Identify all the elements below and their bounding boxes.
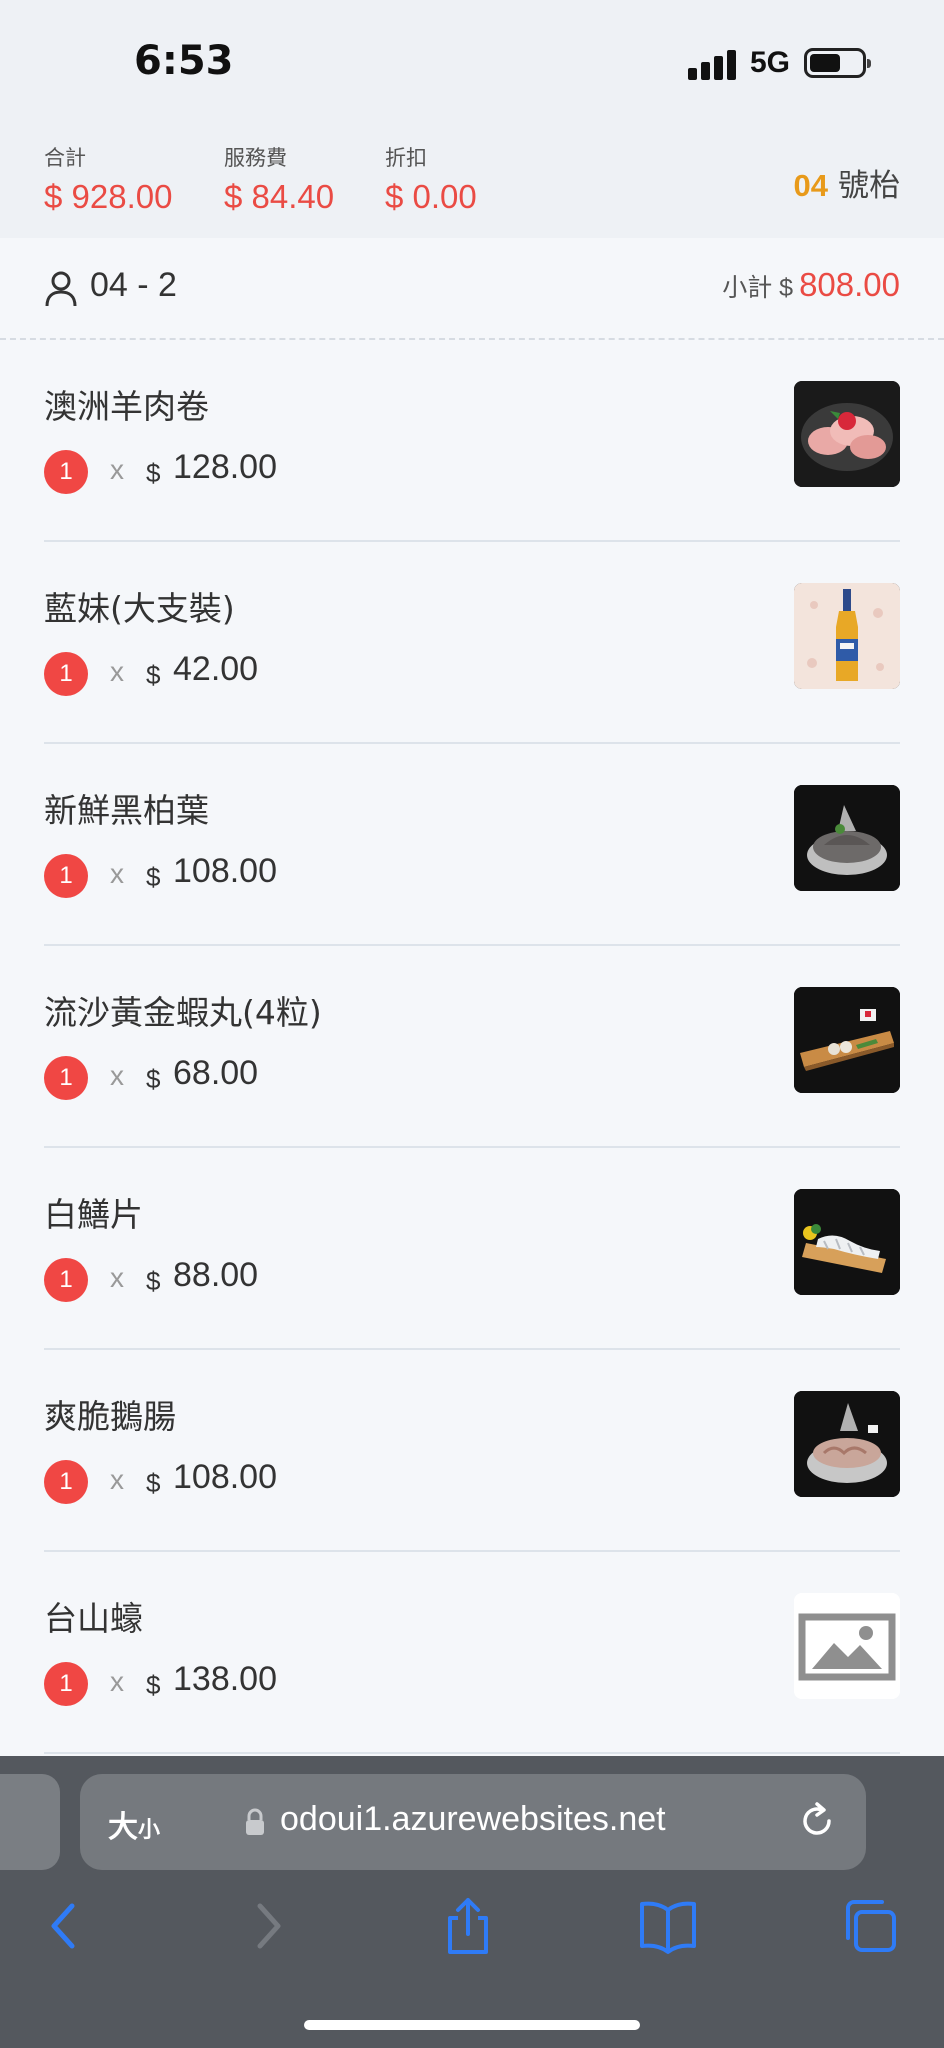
lock-icon bbox=[246, 1808, 264, 1835]
item-name: 藍妹(大支裝) bbox=[44, 589, 235, 628]
share-icon[interactable] bbox=[438, 1896, 498, 1956]
order-item-list: 澳洲羊肉卷 1 x $ 128.00 藍妹(大支裝) 1 x $ 42.00 新… bbox=[0, 340, 944, 1754]
total-block: 合計 $ 928.00 bbox=[44, 142, 172, 216]
placeholder-image-icon bbox=[794, 1593, 900, 1699]
subtotal-value: 808.00 bbox=[799, 266, 900, 303]
status-time: 6:53 bbox=[134, 38, 234, 84]
item-name: 流沙黃金蝦丸(4粒) bbox=[44, 993, 322, 1032]
service-fee-block: 服務費 $ 84.40 bbox=[224, 142, 334, 216]
url-text: odoui1.azurewebsites.net bbox=[280, 1800, 666, 1838]
goose-intestine-bowl-image bbox=[794, 1391, 900, 1497]
shrimp-balls-board-image bbox=[794, 987, 900, 1093]
quantity-badge: 1 bbox=[44, 1460, 88, 1504]
item-name: 白鱔片 bbox=[44, 1195, 143, 1234]
status-bar: 6:53 5G bbox=[0, 0, 944, 130]
item-price: 128.00 bbox=[173, 448, 277, 486]
beer-bottle-image bbox=[794, 583, 900, 689]
item-name: 新鮮黑柏葉 bbox=[44, 791, 209, 830]
currency-sign: $ bbox=[146, 1468, 161, 1498]
times-sign: x bbox=[110, 1666, 124, 1697]
text-size-button[interactable]: 大小 bbox=[108, 1802, 160, 1846]
item-price: 68.00 bbox=[173, 1054, 259, 1092]
network-type: 5G bbox=[749, 46, 790, 79]
total-value: $ 928.00 bbox=[44, 178, 173, 215]
battery-icon bbox=[804, 48, 871, 78]
discount-value: $ 0.00 bbox=[385, 178, 477, 215]
item-price: 138.00 bbox=[173, 1660, 277, 1698]
total-label: 合計 bbox=[44, 146, 86, 170]
discount-label: 折扣 bbox=[385, 146, 427, 170]
item-price: 108.00 bbox=[173, 1458, 277, 1496]
order-item[interactable]: 流沙黃金蝦丸(4粒) 1 x $ 68.00 bbox=[0, 946, 944, 1148]
currency-sign: $ bbox=[146, 1266, 161, 1296]
guest-header[interactable]: 04 - 2 小計 $808.00 bbox=[0, 238, 944, 340]
order-item[interactable]: 爽脆鵝腸 1 x $ 108.00 bbox=[0, 1350, 944, 1552]
table-indicator: 04 號枱 bbox=[794, 160, 900, 205]
service-fee-value: $ 84.40 bbox=[224, 178, 335, 215]
order-item[interactable]: 藍妹(大支裝) 1 x $ 42.00 bbox=[0, 542, 944, 744]
eel-slices-board-image bbox=[794, 1189, 900, 1295]
order-summary: 合計 $ 928.00 服務費 $ 84.40 折扣 $ 0.00 04 號枱 bbox=[0, 130, 944, 238]
quantity-badge: 1 bbox=[44, 1662, 88, 1706]
subtotal-label: 小計 $ bbox=[722, 274, 794, 302]
currency-sign: $ bbox=[146, 458, 161, 488]
quantity-badge: 1 bbox=[44, 1056, 88, 1100]
order-item[interactable]: 新鮮黑柏葉 1 x $ 108.00 bbox=[0, 744, 944, 946]
tabs-icon[interactable] bbox=[840, 1896, 900, 1956]
back-icon[interactable] bbox=[34, 1896, 94, 1956]
service-fee-label: 服務費 bbox=[224, 146, 287, 170]
item-name: 台山蠔 bbox=[44, 1599, 143, 1638]
table-suffix: 號枱 bbox=[838, 168, 900, 204]
discount-block: 折扣 $ 0.00 bbox=[385, 142, 477, 216]
guest-id: 04 - 2 bbox=[90, 266, 177, 304]
quantity-badge: 1 bbox=[44, 854, 88, 898]
browser-bottom-bar: 大小 odoui1.azurewebsites.net bbox=[0, 1756, 944, 2048]
item-price: 88.00 bbox=[173, 1256, 259, 1294]
times-sign: x bbox=[110, 1262, 124, 1293]
text-size-small: 小 bbox=[138, 1818, 161, 1843]
status-indicators: 5G bbox=[687, 46, 871, 80]
currency-sign: $ bbox=[146, 1064, 161, 1094]
times-sign: x bbox=[110, 858, 124, 889]
cellular-signal-icon bbox=[687, 46, 736, 80]
times-sign: x bbox=[110, 454, 124, 485]
item-name: 爽脆鵝腸 bbox=[44, 1397, 176, 1436]
order-item[interactable]: 澳洲羊肉卷 1 x $ 128.00 bbox=[0, 340, 944, 542]
reload-icon[interactable] bbox=[796, 1800, 838, 1842]
forward-icon[interactable] bbox=[238, 1896, 298, 1956]
previous-tab-preview[interactable] bbox=[0, 1774, 60, 1870]
times-sign: x bbox=[110, 656, 124, 687]
currency-sign: $ bbox=[146, 1670, 161, 1700]
tripe-bowl-image bbox=[794, 785, 900, 891]
times-sign: x bbox=[110, 1060, 124, 1091]
item-price: 42.00 bbox=[173, 650, 259, 688]
times-sign: x bbox=[110, 1464, 124, 1495]
table-number: 04 bbox=[793, 168, 828, 203]
currency-sign: $ bbox=[146, 660, 161, 690]
item-price: 108.00 bbox=[173, 852, 277, 890]
person-icon bbox=[45, 271, 77, 307]
home-indicator bbox=[304, 2020, 640, 2030]
address-bar[interactable]: 大小 odoui1.azurewebsites.net bbox=[80, 1774, 866, 1870]
divider bbox=[44, 1752, 900, 1754]
subtotal: 小計 $808.00 bbox=[722, 266, 900, 304]
lamb-roll-image bbox=[794, 381, 900, 487]
quantity-badge: 1 bbox=[44, 652, 88, 696]
quantity-badge: 1 bbox=[44, 450, 88, 494]
order-item[interactable]: 白鱔片 1 x $ 88.00 bbox=[0, 1148, 944, 1350]
text-size-large: 大 bbox=[108, 1810, 138, 1845]
currency-sign: $ bbox=[146, 862, 161, 892]
item-name: 澳洲羊肉卷 bbox=[44, 387, 209, 426]
bookmarks-icon[interactable] bbox=[638, 1896, 698, 1956]
quantity-badge: 1 bbox=[44, 1258, 88, 1302]
order-item[interactable]: 台山蠔 1 x $ 138.00 bbox=[0, 1552, 944, 1754]
